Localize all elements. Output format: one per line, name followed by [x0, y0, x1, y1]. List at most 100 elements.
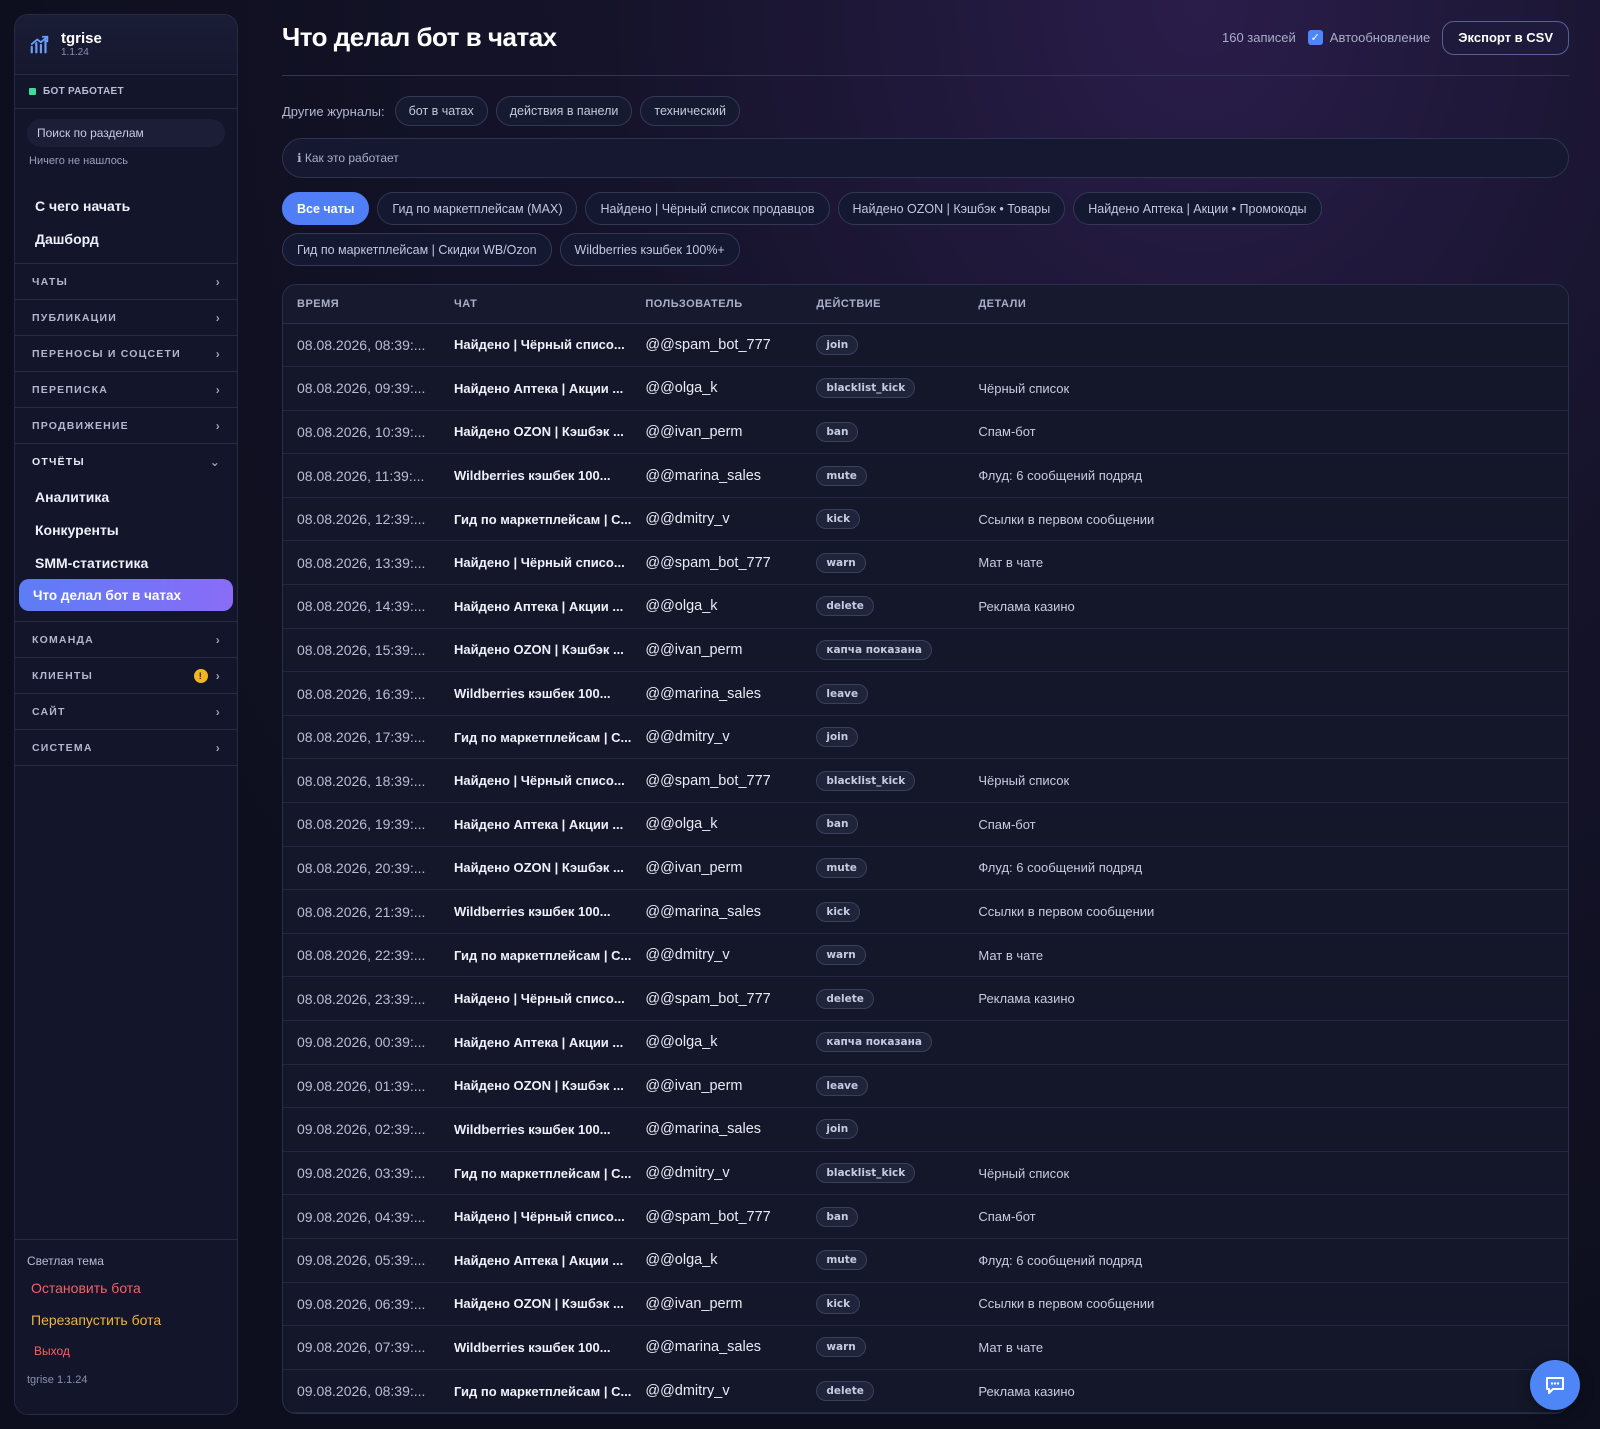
sidebar-section-crossposting[interactable]: ПЕРЕНОСЫ И СОЦСЕТИ ›	[15, 336, 237, 372]
cell-chat: Wildberries кэшбек 100...	[440, 1107, 632, 1152]
filter-chip[interactable]: Wildberries кэшбек 100%+	[559, 233, 740, 266]
sidebar-section-publications[interactable]: ПУБЛИКАЦИИ ›	[15, 300, 237, 336]
cell-chat: Wildberries кэшбек 100...	[440, 1325, 632, 1370]
table-row[interactable]: 08.08.2026, 15:39:... Найдено OZON | Кэшб…	[283, 628, 1568, 673]
table-row[interactable]: 09.08.2026, 06:39:... Найдено OZON | Кэшб…	[283, 1282, 1568, 1327]
sidebar-item-smm-stats[interactable]: SMM-статистика	[15, 546, 237, 579]
table-row[interactable]: 08.08.2026, 21:39:... Wildberries кэшбек …	[283, 889, 1568, 934]
section-label: ПУБЛИКАЦИИ	[32, 311, 118, 324]
cell-time: 08.08.2026, 12:39:...	[283, 497, 440, 542]
table-row[interactable]: 09.08.2026, 07:39:... Wildberries кэшбек …	[283, 1325, 1568, 1370]
support-chat-button[interactable]	[1530, 1360, 1580, 1410]
cell-user: @@marina_sales	[631, 1107, 803, 1152]
table-row[interactable]: 09.08.2026, 03:39:... Гид по маркетплейса…	[283, 1151, 1568, 1196]
restart-bot-button[interactable]: Перезапустить бота	[27, 1312, 225, 1328]
export-csv-button[interactable]: Экспорт в CSV	[1442, 20, 1569, 55]
action-badge: join	[816, 334, 859, 355]
filter-all-chats[interactable]: Все чаты	[282, 192, 370, 225]
table-row[interactable]: 08.08.2026, 17:39:... Гид по маркетплейса…	[283, 715, 1568, 760]
sidebar-section-clients[interactable]: КЛИЕНТЫ! ›	[15, 658, 237, 694]
filter-chip[interactable]: Найдено | Чёрный список продавцов	[585, 192, 830, 225]
sidebar-section-system[interactable]: СИСТЕМА ›	[15, 730, 237, 766]
table-row[interactable]: 08.08.2026, 23:39:... Найдено | Чёрный сп…	[283, 976, 1568, 1021]
sidebar-item-competitors[interactable]: Конкуренты	[15, 513, 237, 546]
column-header-details[interactable]: ДЕТАЛИ	[964, 285, 1568, 324]
cell-chat: Гид по маркетплейсам | С...	[440, 1369, 632, 1414]
column-header-chat[interactable]: ЧАТ	[440, 285, 632, 324]
sidebar-section-site[interactable]: САЙТ ›	[15, 694, 237, 730]
sidebar-section-reports[interactable]: ОТЧЁТЫ ⌄	[15, 444, 237, 480]
filter-chip[interactable]: Гид по маркетплейсам (MAX)	[377, 192, 578, 225]
table-row[interactable]: 09.08.2026, 02:39:... Wildberries кэшбек …	[283, 1107, 1568, 1152]
how-it-works-toggle[interactable]: ℹ Как это работает	[282, 138, 1569, 178]
table-row[interactable]: 09.08.2026, 04:39:... Найдено | Чёрный сп…	[283, 1194, 1568, 1239]
filter-chip[interactable]: Гид по маркетплейсам | Скидки WB/Ozon	[282, 233, 552, 266]
table-row[interactable]: 08.08.2026, 10:39:... Найдено OZON | Кэшб…	[283, 410, 1568, 455]
auto-refresh-toggle[interactable]: ✓ Автообновление	[1307, 30, 1430, 45]
cell-details: Спам-бот	[964, 1194, 1568, 1239]
table-row[interactable]: 08.08.2026, 19:39:... Найдено Аптека | Ак…	[283, 802, 1568, 847]
cell-time: 09.08.2026, 00:39:...	[283, 1020, 440, 1065]
table-row[interactable]: 08.08.2026, 08:39:... Найдено | Чёрный сп…	[283, 323, 1568, 368]
table-row[interactable]: 08.08.2026, 11:39:... Wildberries кэшбек …	[283, 453, 1568, 498]
journal-technical[interactable]: технический	[640, 96, 740, 126]
cell-time: 09.08.2026, 08:39:...	[283, 1369, 440, 1414]
theme-toggle[interactable]: Светлая тема	[27, 1254, 225, 1268]
cell-chat: Гид по маркетплейсам | С...	[440, 497, 632, 542]
stop-bot-button[interactable]: Остановить бота	[27, 1280, 225, 1296]
filter-chip[interactable]: Найдено Аптека | Акции • Промокоды	[1073, 192, 1322, 225]
cell-user: @@marina_sales	[631, 1325, 803, 1370]
cell-user: @@ivan_perm	[631, 628, 803, 673]
chevron-right-icon: ›	[215, 632, 221, 647]
cell-time: 08.08.2026, 16:39:...	[283, 671, 440, 716]
sidebar-section-messages[interactable]: ПЕРЕПИСКА ›	[15, 372, 237, 408]
cell-user: @@dmitry_v	[631, 1369, 803, 1414]
table-row[interactable]: 09.08.2026, 00:39:... Найдено Аптека | Ак…	[283, 1020, 1568, 1065]
cell-user: @@dmitry_v	[631, 1151, 803, 1196]
table-row[interactable]: 08.08.2026, 20:39:... Найдено OZON | Кэшб…	[283, 846, 1568, 891]
table-row[interactable]: 08.08.2026, 12:39:... Гид по маркетплейса…	[283, 497, 1568, 542]
cell-user: @@spam_bot_777	[631, 758, 803, 804]
table-row[interactable]: 08.08.2026, 09:39:... Найдено Аптека | Ак…	[283, 366, 1568, 411]
sidebar-search-input[interactable]: Поиск по разделам	[27, 119, 225, 147]
table-row[interactable]: 09.08.2026, 01:39:... Найдено OZON | Кэшб…	[283, 1064, 1568, 1109]
cell-chat: Найдено | Чёрный списо...	[440, 323, 632, 368]
cell-chat: Гид по маркетплейсам | С...	[440, 1151, 632, 1196]
sidebar-item-dashboard[interactable]: Дашборд	[15, 222, 237, 255]
page-header: Что делал бот в чатах 160 записей ✓ Авто…	[282, 0, 1569, 76]
sidebar-item-analytics[interactable]: Аналитика	[15, 480, 237, 513]
cell-action: ban	[802, 1194, 965, 1239]
sidebar-item-getting-started[interactable]: С чего начать	[15, 189, 237, 222]
table-row[interactable]: 08.08.2026, 14:39:... Найдено Аптека | Ак…	[283, 584, 1568, 629]
table-row[interactable]: 08.08.2026, 16:39:... Wildberries кэшбек …	[283, 671, 1568, 716]
cell-time: 08.08.2026, 18:39:...	[283, 758, 440, 804]
column-header-user[interactable]: ПОЛЬЗОВАТЕЛЬ	[631, 285, 803, 324]
journal-bot-in-chats[interactable]: бот в чатах	[394, 96, 488, 126]
cell-time: 08.08.2026, 22:39:...	[283, 933, 440, 978]
cell-user: @@dmitry_v	[631, 715, 803, 760]
brand[interactable]: tgrise 1.1.24	[15, 15, 237, 75]
filter-chip[interactable]: Найдено OZON | Кэшбэк • Товары	[837, 192, 1066, 225]
journal-panel-actions[interactable]: действия в панели	[495, 96, 633, 126]
sidebar-section-chats[interactable]: ЧАТЫ ›	[15, 264, 237, 300]
table-row[interactable]: 08.08.2026, 13:39:... Найдено | Чёрный сп…	[283, 540, 1568, 586]
sidebar-section-team[interactable]: КОМАНДА ›	[15, 622, 237, 658]
table-row[interactable]: 09.08.2026, 08:39:... Гид по маркетплейса…	[283, 1369, 1568, 1414]
table-header-row: ВРЕМЯ ЧАТ ПОЛЬЗОВАТЕЛЬ ДЕЙСТВИЕ ДЕТАЛИ	[283, 285, 1568, 324]
table-row[interactable]: 08.08.2026, 18:39:... Найдено | Чёрный сп…	[283, 758, 1568, 804]
chat-bubble-icon	[1546, 1377, 1564, 1394]
table-row[interactable]: 09.08.2026, 05:39:... Найдено Аптека | Ак…	[283, 1238, 1568, 1283]
cell-user: @@olga_k	[631, 1020, 803, 1065]
cell-action: warn	[802, 540, 965, 586]
logout-button[interactable]: Выход	[27, 1344, 225, 1358]
cell-time: 09.08.2026, 04:39:...	[283, 1194, 440, 1239]
sidebar-item-bot-activity[interactable]: Что делал бот в чатах	[19, 579, 233, 611]
section-label: ПЕРЕНОСЫ И СОЦСЕТИ	[32, 347, 181, 360]
cell-action: mute	[802, 846, 965, 891]
column-header-time[interactable]: ВРЕМЯ	[283, 285, 440, 324]
table-row[interactable]: 08.08.2026, 22:39:... Гид по маркетплейса…	[283, 933, 1568, 978]
cell-time: 09.08.2026, 02:39:...	[283, 1107, 440, 1152]
sidebar-section-promotion[interactable]: ПРОДВИЖЕНИЕ ›	[15, 408, 237, 444]
column-header-action[interactable]: ДЕЙСТВИЕ	[802, 285, 965, 324]
checkbox-checked-icon[interactable]: ✓	[1307, 30, 1323, 45]
